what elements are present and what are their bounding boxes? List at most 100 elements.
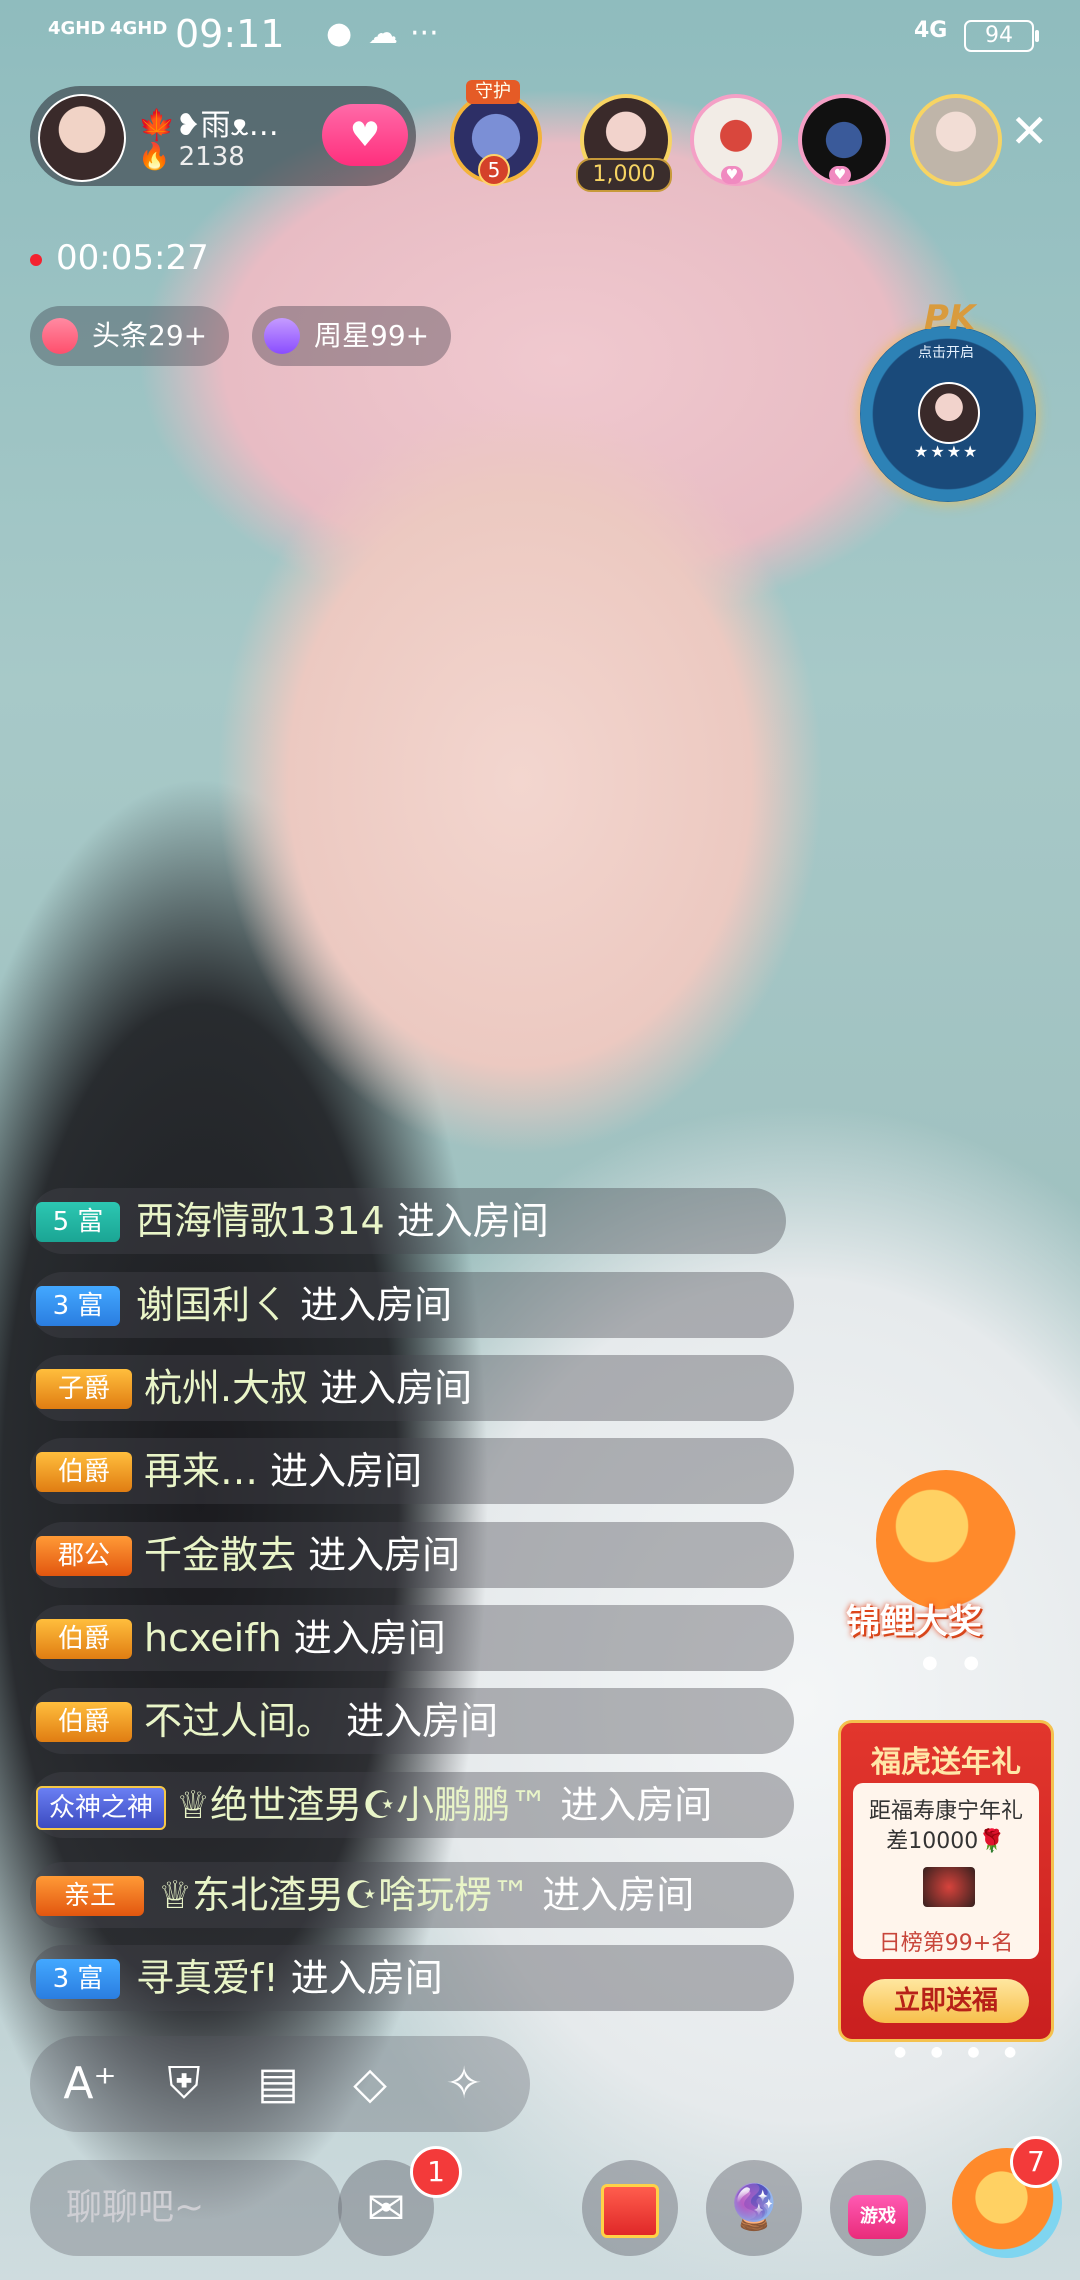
viewer-avatar-4[interactable]: [910, 94, 1002, 186]
chat-input[interactable]: 聊聊吧~: [30, 2160, 342, 2256]
flame-icon: [42, 318, 78, 354]
gift-card-line2: 差10000🌹: [886, 1829, 1006, 1854]
message-action: 进入房间: [530, 1873, 695, 1917]
noble-badge: 子爵: [36, 1369, 132, 1409]
note-icon[interactable]: ▤: [246, 2052, 310, 2116]
viewer-contribution: 1,000: [576, 158, 672, 192]
message-action: 进入房间: [278, 1956, 443, 2000]
gift-card-line1: 距福寿康宁年礼: [868, 1799, 1023, 1824]
weekly-star-chip[interactable]: 周星99+: [252, 306, 452, 366]
pk-widget[interactable]: PK 点击开启 ★★★★: [858, 298, 1038, 506]
pk-avatar: [918, 382, 980, 444]
heart-hands-icon: ♥: [349, 115, 381, 155]
guard-badge[interactable]: 守护 5: [440, 80, 544, 186]
tools-bar: A⁺ ⛨ ▤ ◇ ✧: [30, 2036, 530, 2132]
koi-fish-icon: [876, 1470, 1016, 1610]
app-notification-icon: ●: [326, 16, 353, 51]
live-timer: 00:05:27: [30, 238, 209, 278]
pk-stars: ★★★★: [914, 442, 980, 461]
host-info-pill[interactable]: 🍁❥雨ᴥ… 🔥 2138 ♥: [30, 86, 416, 186]
message-action: 进入房间: [308, 1366, 473, 1410]
message-user: 再来…: [144, 1449, 259, 1493]
gift-icon: [601, 2184, 659, 2238]
cloud-icon: ☁: [368, 16, 398, 51]
host-fans-count: 🔥 2138: [138, 142, 245, 172]
guard-tag: 守护: [466, 80, 520, 104]
noble-badge: 郡公: [36, 1536, 132, 1576]
chat-message[interactable]: 3 富 谢国利ㄑ 进入房间: [30, 1272, 794, 1338]
noble-badge: 伯爵: [36, 1452, 132, 1492]
pk-title: PK: [924, 298, 976, 338]
noble-badge: 亲王: [36, 1876, 144, 1916]
message-user: 西海情歌1314: [136, 1199, 385, 1243]
weekly-star-label: 周星99+: [314, 319, 430, 352]
message-user: 谢国利ㄑ: [136, 1283, 289, 1327]
crystal-ball-button[interactable]: 🔮: [706, 2160, 802, 2256]
message-user: ♕东北渣男☪啥玩楞™: [158, 1873, 531, 1917]
headline-label: 头条29+: [92, 319, 208, 352]
tiger-new-year-gift-card[interactable]: 福虎送年礼 距福寿康宁年礼 差10000🌹 日榜第99+名 立即送福: [838, 1720, 1054, 2042]
network-4g-icon: 4G: [914, 18, 948, 43]
gift-card-title: 福虎送年礼: [871, 1745, 1021, 1780]
message-action: 进入房间: [384, 1199, 549, 1243]
carp-prize-label: 锦鲤大奖: [846, 1602, 982, 1642]
close-icon[interactable]: ✕: [1010, 108, 1049, 154]
wealth-badge: 3 富: [36, 1286, 120, 1326]
chat-message[interactable]: 子爵 杭州.大叔 进入房间: [30, 1355, 794, 1421]
carp-prize-banner[interactable]: 锦鲤大奖: [836, 1470, 1046, 1660]
chat-message[interactable]: 伯爵 再来… 进入房间: [30, 1438, 794, 1504]
follow-button[interactable]: ♥: [322, 104, 408, 166]
battery-icon: 94: [964, 20, 1039, 52]
chat-message[interactable]: 郡公 千金散去 进入房间: [30, 1522, 794, 1588]
headline-chip[interactable]: 头条29+: [30, 306, 230, 366]
message-user: hcxeifh: [144, 1616, 282, 1660]
host-avatar[interactable]: [38, 94, 126, 182]
game-icon: 游戏: [848, 2195, 908, 2239]
pk-hint: 点击开启: [918, 345, 974, 361]
recording-dot-icon: [30, 253, 42, 266]
star-icon: [264, 318, 300, 354]
chat-message[interactable]: 伯爵 不过人间。 进入房间: [30, 1688, 794, 1754]
game-button[interactable]: 游戏: [830, 2160, 926, 2256]
mail-unread-badge: 1: [410, 2146, 462, 2198]
carp-badge: 7: [1010, 2136, 1062, 2188]
message-user: 杭州.大叔: [144, 1366, 309, 1410]
chat-message[interactable]: 3 富 寻真爱f! 进入房间: [30, 1945, 794, 2011]
clock: 09:11: [175, 12, 285, 56]
chat-message[interactable]: 众神之神 ♕绝世渣男☪小鹏鹏™ 进入房间: [30, 1772, 794, 1838]
gift-card-body: 距福寿康宁年礼 差10000🌹 日榜第99+名: [853, 1783, 1039, 1959]
signal-icon: 4GHD: [48, 18, 106, 39]
noble-badge: 伯爵: [36, 1619, 132, 1659]
message-user: 寻真爱f!: [136, 1956, 279, 2000]
message-action: 进入房间: [296, 1533, 461, 1577]
wealth-badge: 5 富: [36, 1202, 120, 1242]
message-action: 进入房间: [334, 1699, 499, 1743]
gift-card-page-indicator: ● ● ● ●: [894, 2044, 1027, 2060]
noble-badge: 众神之神: [36, 1786, 166, 1830]
magic-wand-icon[interactable]: ✧: [432, 2052, 496, 2116]
fire-icon: 🔥: [138, 142, 171, 172]
message-action: 进入房间: [258, 1449, 423, 1493]
shield-icon[interactable]: ⛨: [152, 2052, 216, 2116]
message-user: ♕绝世渣男☪小鹏鹏™: [176, 1783, 549, 1827]
send-blessing-button[interactable]: 立即送福: [863, 1979, 1029, 2023]
message-action: 进入房间: [548, 1783, 713, 1827]
heart-badge-icon: ♥: [829, 166, 851, 184]
gift-button[interactable]: [582, 2160, 678, 2256]
tag-icon[interactable]: ◇: [338, 2052, 402, 2116]
message-action: 进入房间: [288, 1283, 453, 1327]
more-notifications-icon: ···: [410, 16, 439, 51]
signal-icon-2: 4GHD: [110, 18, 168, 39]
heart-badge-icon: ♥: [721, 166, 743, 184]
message-user: 千金散去: [144, 1533, 297, 1577]
noble-badge: 伯爵: [36, 1702, 132, 1742]
message-user: 不过人间。: [144, 1699, 335, 1743]
chat-message[interactable]: 5 富 西海情歌1314 进入房间: [30, 1188, 786, 1254]
daily-rank: 日榜第99+名: [878, 1931, 1014, 1956]
font-size-icon[interactable]: A⁺: [58, 2052, 122, 2116]
host-name: 🍁❥雨ᴥ…: [138, 108, 279, 143]
host-fans-value: 2138: [178, 142, 245, 172]
chat-message[interactable]: 亲王 ♕东北渣男☪啥玩楞™ 进入房间: [30, 1862, 794, 1928]
chat-message[interactable]: 伯爵 hcxeifh 进入房间: [30, 1605, 794, 1671]
wealth-badge: 3 富: [36, 1959, 120, 1999]
